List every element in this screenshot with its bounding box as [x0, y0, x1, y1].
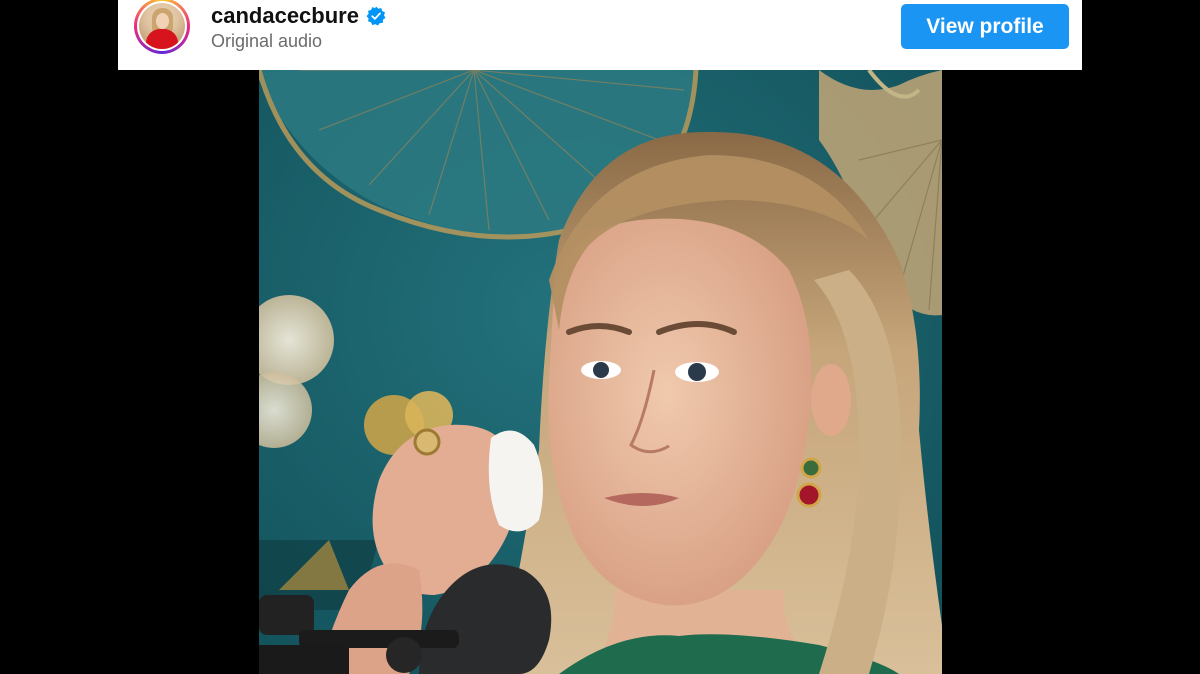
view-profile-button[interactable]: View profile: [901, 4, 1069, 49]
instagram-embed: candacecbure Original audio View profile: [0, 0, 1200, 674]
profile-avatar[interactable]: [134, 0, 190, 54]
video-scene: [259, 70, 942, 674]
video-frame[interactable]: [259, 70, 942, 674]
verified-badge-icon: [366, 6, 386, 26]
original-audio-label[interactable]: Original audio: [211, 31, 322, 52]
embed-header: candacecbure Original audio View profile: [118, 0, 1082, 70]
username-link[interactable]: candacecbure: [211, 3, 359, 29]
username-row: candacecbure: [211, 3, 386, 29]
